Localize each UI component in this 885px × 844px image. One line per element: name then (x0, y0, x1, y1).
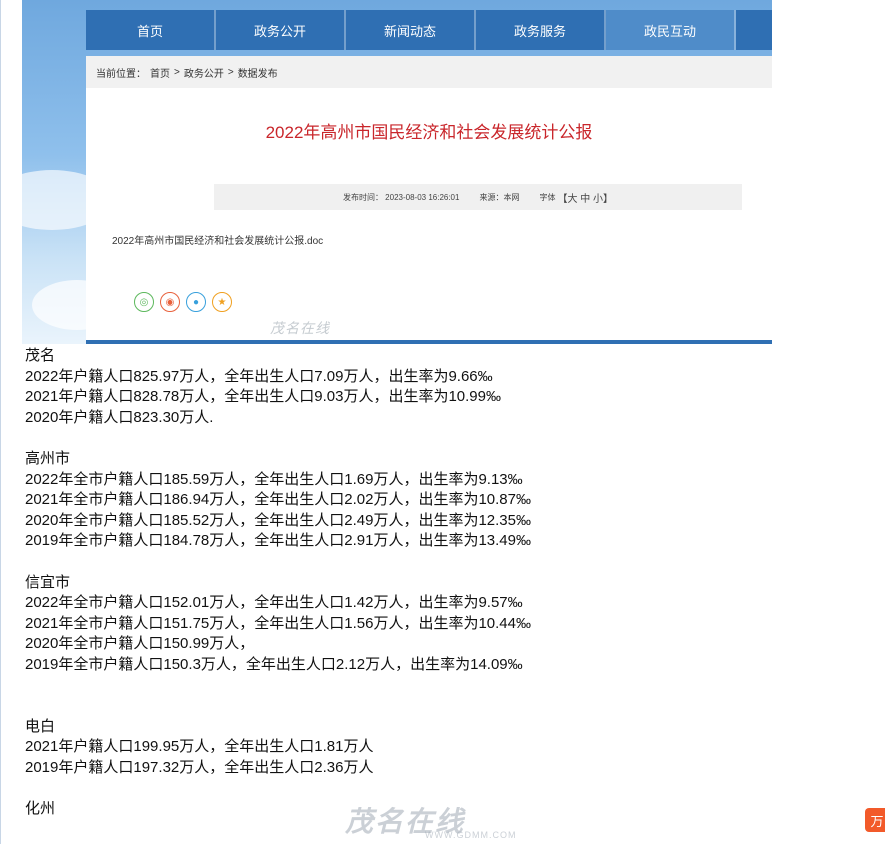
weibo-icon[interactable]: ◉ (160, 292, 180, 312)
text-line: 2019年全市户籍人口150.3万人，全年出生人口2.12万人，出生率为14.0… (25, 655, 523, 673)
qq-icon[interactable]: ● (186, 292, 206, 312)
nav-item-home[interactable]: 首页 (86, 10, 216, 50)
font-label: 字体 (539, 192, 556, 202)
text-line: 2020年全市户籍人口185.52万人，全年出生人口2.49万人，出生率为12.… (25, 511, 531, 529)
section-title-gaozhou: 高州市 (25, 449, 71, 467)
nav-item-gov-service[interactable]: 政务服务 (476, 10, 606, 50)
nav-item-gov-open[interactable]: 政务公开 (216, 10, 346, 50)
breadcrumb: 当前位置： 首页 > 政务公开 > 数据发布 (86, 56, 772, 88)
text-line: 2021年户籍人口199.95万人，全年出生人口1.81万人 (25, 738, 374, 756)
wechat-icon[interactable]: ◎ (134, 292, 154, 312)
watermark-large: 茂名在线 WWW.GDMM.COM (345, 800, 545, 840)
article-panel: 当前位置： 首页 > 政务公开 > 数据发布 2022年高州市国民经济和社会发展… (86, 56, 772, 344)
font-size-switch[interactable]: 【大 中 小】 (557, 190, 613, 205)
text-line: 2022年全市户籍人口152.01万人，全年出生人口1.42万人，出生率为9.5… (25, 594, 523, 612)
text-line: 2019年全市户籍人口184.78万人，全年出生人口2.91万人，出生率为13.… (25, 532, 531, 550)
site-nav: 首页 政务公开 新闻动态 政务服务 政民互动 (86, 10, 772, 50)
breadcrumb-item-gov-open[interactable]: 政务公开 (184, 65, 224, 80)
favorite-icon[interactable]: ★ (212, 292, 232, 312)
article-meta: 发布时间： 2023-08-03 16:26:01 来源：本网 字体 【大 中 … (214, 184, 742, 210)
share-bar: ◎ ◉ ● ★ (134, 292, 232, 312)
floating-corner-button[interactable]: 万 (865, 808, 885, 832)
source: 来源：本网 (479, 192, 520, 202)
page-left-border (0, 0, 1, 844)
breadcrumb-item-data[interactable]: 数据发布 (238, 65, 278, 80)
nav-item-news[interactable]: 新闻动态 (346, 10, 476, 50)
text-line: 2022年户籍人口825.97万人，全年出生人口7.09万人，出生率为9.66‰ (25, 367, 493, 385)
embedded-screenshot: 首页 政务公开 新闻动态 政务服务 政民互动 当前位置： 首页 > 政务公开 >… (22, 0, 772, 344)
section-title-maoming: 茂名 (25, 347, 56, 364)
breadcrumb-prefix: 当前位置： (96, 68, 146, 80)
article-title: 2022年高州市国民经济和社会发展统计公报 (265, 123, 593, 142)
publish-time: 发布时间： 2023-08-03 16:26:01 (342, 192, 460, 202)
text-line: 2021年户籍人口828.78万人，全年出生人口9.03万人，出生率为10.99… (25, 388, 501, 406)
attachment-link[interactable]: 2022年高州市国民经济和社会发展统计公报.doc (112, 232, 323, 247)
nav-item-interaction[interactable]: 政民互动 (606, 10, 736, 50)
panel-bottom-border (86, 340, 772, 344)
text-line: 2021年全市户籍人口151.75万人，全年出生人口1.56万人，出生率为10.… (25, 614, 531, 632)
breadcrumb-item-home[interactable]: 首页 (150, 65, 170, 80)
breadcrumb-separator: > (174, 66, 180, 78)
watermark-small: 茂名在线 (270, 320, 330, 336)
section-title-xinyi: 信宜市 (25, 573, 71, 591)
text-line: 2020年户籍人口823.30万人. (25, 408, 214, 426)
breadcrumb-separator: > (227, 66, 234, 78)
text-line: 2022年全市户籍人口185.59万人，全年出生人口1.69万人，出生率为9.1… (25, 470, 523, 488)
text-line: 2021年全市户籍人口186.94万人，全年出生人口2.02万人，出生率为10.… (25, 491, 531, 509)
section-title-dianbai: 电白 (25, 717, 56, 735)
watermark-url: WWW.GDMM.COM (425, 830, 517, 840)
post-content: 茂名 2022年户籍人口825.97万人，全年出生人口7.09万人，出生率为9.… (25, 346, 531, 819)
text-line: 2020年全市户籍人口150.99万人， (25, 635, 255, 653)
text-line: 2019年户籍人口197.32万人，全年出生人口2.36万人 (25, 758, 374, 776)
